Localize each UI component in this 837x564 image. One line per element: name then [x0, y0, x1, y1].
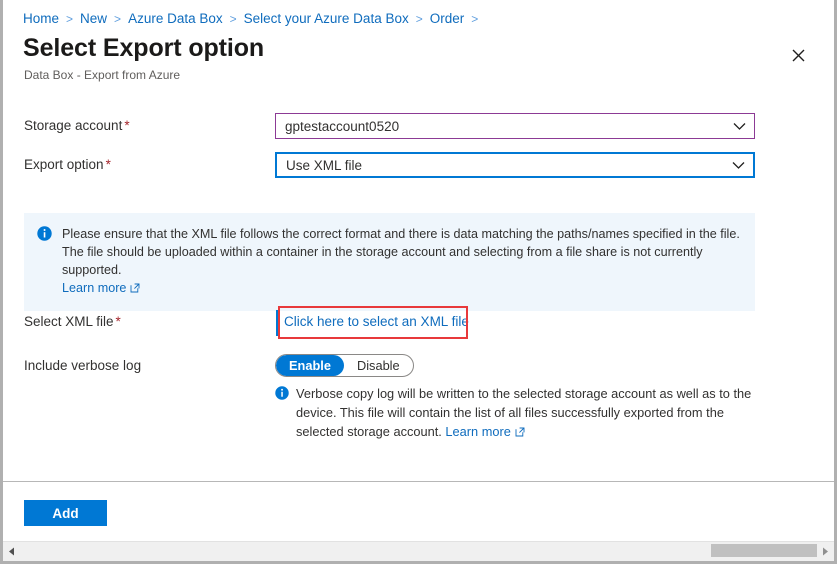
export-option-label-text: Export option [24, 157, 104, 172]
breadcrumb-item-new[interactable]: New [80, 11, 107, 26]
select-xml-file-link[interactable]: Click here to select an XML file [284, 314, 469, 329]
breadcrumb: Home > New > Azure Data Box > Select you… [23, 11, 485, 26]
select-xml-file-label-text: Select XML file [24, 314, 114, 329]
external-link-icon [130, 280, 140, 298]
info-icon [275, 386, 289, 405]
breadcrumb-item-order[interactable]: Order [430, 11, 465, 26]
info-icon [37, 226, 52, 246]
scrollbar-track[interactable] [20, 542, 817, 561]
export-option-dropdown[interactable]: Use XML file [275, 152, 755, 178]
breadcrumb-item-home[interactable]: Home [23, 11, 59, 26]
add-button[interactable]: Add [24, 500, 107, 526]
select-xml-file-label: Select XML file* [24, 314, 121, 329]
export-option-value: Use XML file [286, 158, 730, 173]
close-button[interactable] [785, 42, 811, 68]
breadcrumb-separator-icon: > [66, 12, 73, 26]
triangle-right-icon[interactable] [817, 543, 834, 560]
chevron-down-icon [731, 118, 747, 134]
storage-account-dropdown[interactable]: gptestaccount0520 [275, 113, 755, 139]
include-verbose-log-label-text: Include verbose log [24, 358, 141, 373]
verbose-log-learn-more-label: Learn more [445, 424, 510, 439]
xml-info-learn-more-link[interactable]: Learn more [62, 281, 140, 295]
horizontal-scrollbar[interactable] [3, 541, 834, 561]
breadcrumb-item-select-your-azure-data-box[interactable]: Select your Azure Data Box [244, 11, 409, 26]
breadcrumb-separator-icon: > [114, 12, 121, 26]
toggle-option-disable[interactable]: Disable [344, 355, 413, 376]
triangle-left-icon[interactable] [3, 543, 20, 560]
toggle-option-enable[interactable]: Enable [276, 355, 344, 376]
xml-info-banner: Please ensure that the XML file follows … [24, 213, 755, 311]
footer-divider [3, 481, 834, 482]
breadcrumb-separator-icon: > [416, 12, 423, 26]
export-option-label: Export option* [24, 157, 111, 172]
breadcrumb-separator-icon: > [471, 12, 478, 26]
external-link-icon [515, 423, 525, 442]
xml-info-banner-text: Please ensure that the XML file follows … [62, 225, 741, 298]
export-option-blade: Home > New > Azure Data Box > Select you… [0, 0, 837, 564]
breadcrumb-separator-icon: > [230, 12, 237, 26]
verbose-log-note-text: Verbose copy log will be written to the … [296, 384, 755, 442]
required-asterisk: * [106, 157, 111, 172]
storage-account-label: Storage account* [24, 118, 130, 133]
include-verbose-log-label: Include verbose log [24, 358, 141, 373]
breadcrumb-item-azure-data-box[interactable]: Azure Data Box [128, 11, 223, 26]
required-asterisk: * [124, 118, 129, 133]
verbose-log-toggle[interactable]: Enable Disable [275, 354, 414, 377]
xml-field-accent-bar [276, 310, 279, 336]
verbose-log-learn-more-link[interactable]: Learn more [445, 424, 524, 439]
close-icon [792, 49, 805, 62]
xml-info-banner-message: Please ensure that the XML file follows … [62, 227, 740, 277]
scrollbar-thumb[interactable] [711, 544, 817, 557]
page-title: Select Export option [23, 34, 264, 63]
storage-account-value: gptestaccount0520 [285, 119, 731, 134]
chevron-down-icon [730, 157, 746, 173]
required-asterisk: * [116, 314, 121, 329]
page-subtitle: Data Box - Export from Azure [24, 68, 180, 82]
storage-account-label-text: Storage account [24, 118, 122, 133]
xml-info-learn-more-label: Learn more [62, 281, 126, 295]
verbose-log-note: Verbose copy log will be written to the … [275, 384, 755, 442]
